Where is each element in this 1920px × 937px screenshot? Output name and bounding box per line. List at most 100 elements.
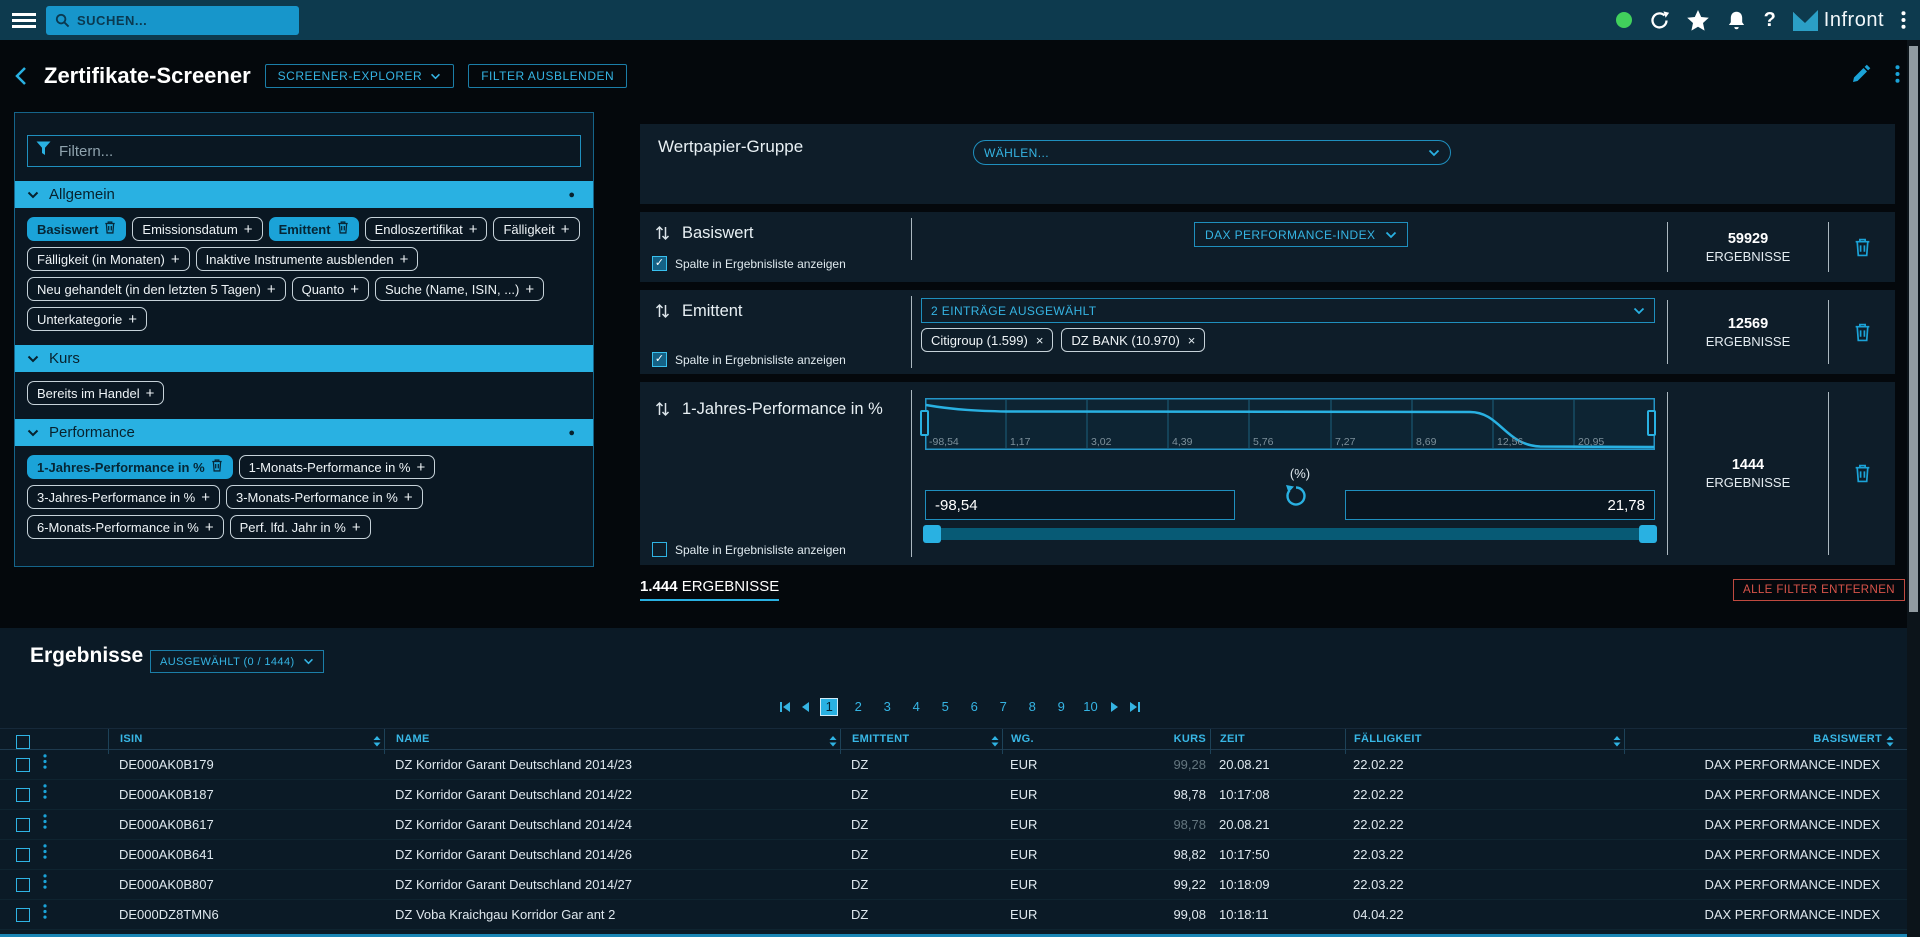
first-page-icon[interactable] xyxy=(780,702,791,712)
basiswert-select[interactable]: DAX PERFORMANCE-INDEX xyxy=(1194,222,1408,247)
page-more-options-icon[interactable] xyxy=(1895,65,1900,88)
select-all-checkbox[interactable] xyxy=(16,735,30,749)
section-kurs[interactable]: Kurs xyxy=(15,345,593,372)
filter-chip[interactable]: Bereits im Handel + xyxy=(27,381,164,405)
page-number[interactable]: 2 xyxy=(849,698,867,716)
section-performance[interactable]: Performance ● xyxy=(15,419,593,446)
favorites-star-icon[interactable] xyxy=(1687,10,1709,31)
row-menu-icon[interactable] xyxy=(43,780,47,809)
close-icon[interactable]: × xyxy=(1188,333,1196,348)
hide-filters-button[interactable]: FILTER AUSBLENDEN xyxy=(468,64,627,88)
row-checkbox[interactable] xyxy=(16,878,30,892)
selected-value-chip[interactable]: Citigroup (1.599) × xyxy=(921,328,1053,352)
notifications-bell-icon[interactable] xyxy=(1726,10,1747,31)
reset-range-icon[interactable] xyxy=(1284,484,1308,513)
filter-search-input[interactable] xyxy=(59,143,572,160)
filter-chip[interactable]: 6-Monats-Performance in % + xyxy=(27,515,224,539)
swap-vertical-icon[interactable] xyxy=(655,401,670,422)
row-checkbox[interactable] xyxy=(16,788,30,802)
table-row[interactable]: DE000DZ8TMN6 DZ Voba Kraichgau Korridor … xyxy=(0,900,1920,930)
row-menu-icon[interactable] xyxy=(43,840,47,869)
table-row[interactable]: DE000AK0B617 DZ Korridor Garant Deutschl… xyxy=(0,810,1920,840)
show-column-checkbox[interactable]: ✓ xyxy=(652,256,667,271)
search-input[interactable] xyxy=(77,13,290,28)
page-number[interactable]: 7 xyxy=(994,698,1012,716)
remove-filter-button[interactable] xyxy=(1829,212,1895,282)
table-row[interactable]: DE000AK0B187 DZ Korridor Garant Deutschl… xyxy=(0,780,1920,810)
filter-chip[interactable]: 1-Monats-Performance in % + xyxy=(239,455,436,479)
wertpapier-gruppe-select[interactable]: WÄHLEN... xyxy=(973,140,1451,165)
emittent-select[interactable]: 2 EINTRÄGE AUSGEWÄHLT xyxy=(921,298,1655,323)
filter-chip[interactable]: Emissionsdatum + xyxy=(132,217,262,241)
selected-value-chip[interactable]: DZ BANK (10.970) × xyxy=(1061,328,1205,352)
page-number[interactable]: 3 xyxy=(878,698,896,716)
filter-chip[interactable]: Suche (Name, ISIN, ...) + xyxy=(375,277,544,301)
filter-chip[interactable]: Endloszertifikat + xyxy=(365,217,488,241)
card-performance: 1-Jahres-Performance in % -98,54 1,17 xyxy=(640,382,1895,565)
filter-chip[interactable]: Emittent xyxy=(269,217,359,241)
screener-explorer-dropdown[interactable]: SCREENER-EXPLORER xyxy=(265,64,455,88)
global-search[interactable] xyxy=(46,6,299,35)
row-checkbox[interactable] xyxy=(16,818,30,832)
filter-chip[interactable]: Quanto + xyxy=(292,277,369,301)
remove-filter-button[interactable] xyxy=(1829,382,1895,565)
slider-min-handle[interactable] xyxy=(923,525,941,543)
refresh-icon[interactable] xyxy=(1649,10,1670,31)
row-checkbox[interactable] xyxy=(16,758,30,772)
clear-all-filters-button[interactable]: ALLE FILTER ENTFERNEN xyxy=(1733,579,1905,601)
table-row[interactable]: DE000AK0B641 DZ Korridor Garant Deutschl… xyxy=(0,840,1920,870)
page-numbers: 1 2 3 4 5 6 7 8 9 10 xyxy=(820,698,1099,716)
row-menu-icon[interactable] xyxy=(43,900,47,929)
page-number[interactable]: 1 xyxy=(820,698,838,716)
page-number[interactable]: 4 xyxy=(907,698,925,716)
performance-max-input[interactable] xyxy=(1345,490,1655,520)
edit-pencil-icon[interactable] xyxy=(1852,64,1871,88)
page-number[interactable]: 5 xyxy=(936,698,954,716)
row-checkbox[interactable] xyxy=(16,848,30,862)
section-allgemein[interactable]: Allgemein ● xyxy=(15,181,593,208)
last-page-icon[interactable] xyxy=(1129,702,1140,712)
previous-page-icon[interactable] xyxy=(802,702,809,712)
filter-chip[interactable]: Unterkategorie + xyxy=(27,307,147,331)
more-options-icon[interactable] xyxy=(1901,11,1906,29)
filter-chip[interactable]: 3-Monats-Performance in % + xyxy=(226,485,423,509)
page-number[interactable]: 9 xyxy=(1052,698,1070,716)
page-number[interactable]: 8 xyxy=(1023,698,1041,716)
table-row[interactable]: DE000AK0B807 DZ Korridor Garant Deutschl… xyxy=(0,870,1920,900)
filter-chip[interactable]: Basiswert xyxy=(27,217,126,241)
next-page-icon[interactable] xyxy=(1111,702,1118,712)
close-icon[interactable]: × xyxy=(1036,333,1044,348)
filter-chip[interactable]: 1-Jahres-Performance in % xyxy=(27,455,233,479)
row-menu-icon[interactable] xyxy=(43,750,47,779)
swap-vertical-icon[interactable] xyxy=(655,303,670,324)
row-checkbox[interactable] xyxy=(16,908,30,922)
show-column-checkbox[interactable]: ✓ xyxy=(652,542,667,557)
page-number[interactable]: 6 xyxy=(965,698,983,716)
filter-chip[interactable]: Inaktive Instrumente ausblenden + xyxy=(196,247,419,271)
page-number[interactable]: 10 xyxy=(1081,698,1099,716)
row-menu-icon[interactable] xyxy=(43,810,47,839)
row-menu-icon[interactable] xyxy=(43,870,47,899)
range-slider[interactable] xyxy=(925,528,1655,540)
show-column-checkbox[interactable]: ✓ xyxy=(652,352,667,367)
selected-rows-dropdown[interactable]: AUSGEWÄHLT (0 / 1444) xyxy=(150,650,324,673)
vertical-scrollbar[interactable] xyxy=(1907,40,1920,937)
menu-icon[interactable] xyxy=(12,10,38,31)
swap-vertical-icon[interactable] xyxy=(655,225,670,246)
filter-chip[interactable]: Fälligkeit (in Monaten) + xyxy=(27,247,190,271)
back-button[interactable] xyxy=(14,66,28,86)
slider-max-handle[interactable] xyxy=(1639,525,1657,543)
help-icon[interactable]: ? xyxy=(1764,9,1776,32)
results-count-link[interactable]: 1.444 ERGEBNISSE xyxy=(640,578,779,601)
histogram-max-handle[interactable] xyxy=(1647,410,1656,436)
filter-chip[interactable]: Fälligkeit + xyxy=(493,217,579,241)
filter-chip[interactable]: 3-Jahres-Performance in % + xyxy=(27,485,220,509)
filter-search[interactable] xyxy=(27,135,581,167)
remove-filter-button[interactable] xyxy=(1829,290,1895,374)
performance-min-input[interactable] xyxy=(925,490,1235,520)
scrollbar-thumb[interactable] xyxy=(1909,46,1918,612)
filter-chip[interactable]: Perf. lfd. Jahr in % + xyxy=(230,515,371,539)
filter-chip[interactable]: Neu gehandelt (in den letzten 5 Tagen) + xyxy=(27,277,286,301)
histogram-min-handle[interactable] xyxy=(920,410,929,436)
table-row[interactable]: DE000AK0B179 DZ Korridor Garant Deutschl… xyxy=(0,750,1920,780)
